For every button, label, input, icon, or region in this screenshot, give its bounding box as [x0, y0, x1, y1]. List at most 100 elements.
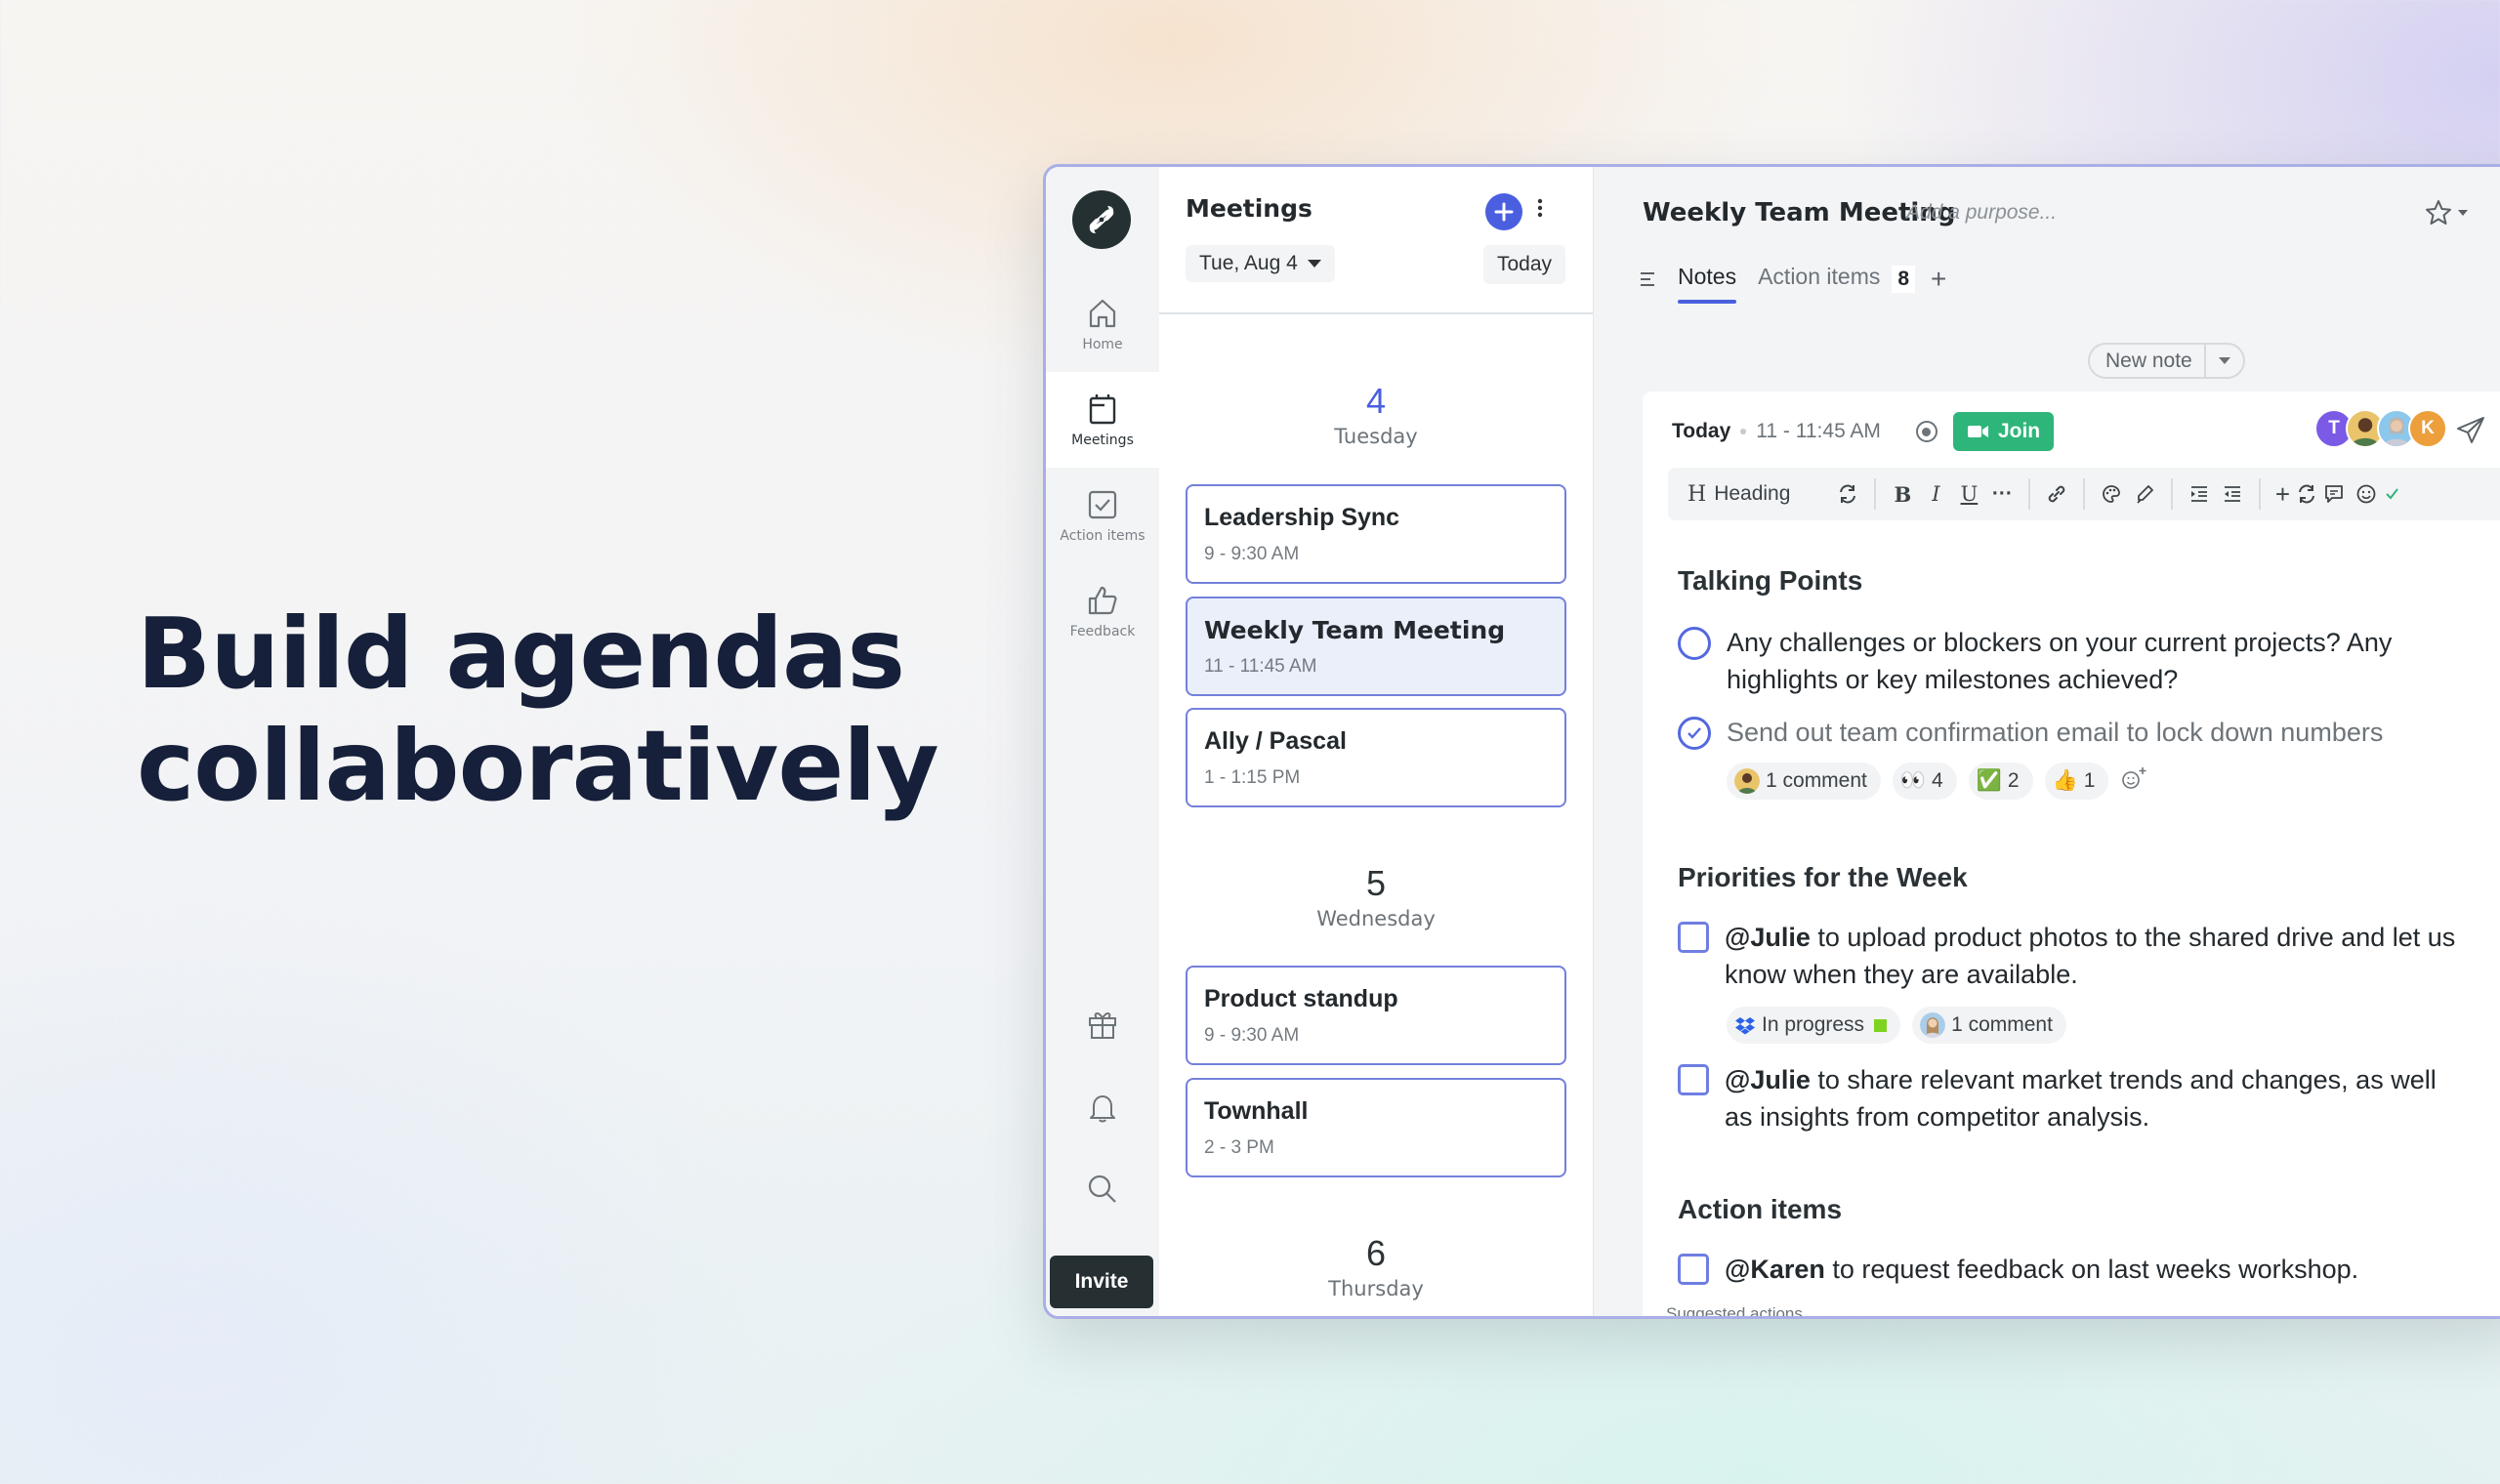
comment-button[interactable]: [2319, 474, 2349, 514]
join-label: Join: [1997, 420, 2041, 442]
tab-notes[interactable]: Notes: [1678, 264, 1737, 304]
search-icon: [1088, 1175, 1116, 1203]
indent-button[interactable]: [2183, 474, 2216, 514]
plus-icon: [1494, 202, 1514, 222]
gift-button[interactable]: [1083, 1005, 1122, 1044]
calendar-icon: [1089, 394, 1116, 425]
meeting-card[interactable]: Ally / Pascal 1 - 1:15 PM: [1186, 708, 1566, 807]
meetings-title: Meetings: [1186, 194, 1312, 223]
meeting-card[interactable]: Product standup 9 - 9:30 AM: [1186, 966, 1566, 1065]
meeting-card[interactable]: Townhall 2 - 3 PM: [1186, 1078, 1566, 1177]
notifications-button[interactable]: [1083, 1088, 1122, 1127]
mention[interactable]: @Julie: [1725, 923, 1811, 952]
attendee-avatars[interactable]: T K: [2314, 409, 2447, 448]
rail-item-home[interactable]: Home: [1046, 276, 1159, 372]
new-note-dropdown[interactable]: [2206, 357, 2243, 364]
text-color-button[interactable]: [2095, 474, 2128, 514]
sync-button[interactable]: [2294, 474, 2319, 514]
insert-button[interactable]: +: [2271, 474, 2294, 514]
add-tab-button[interactable]: +: [1931, 264, 1946, 295]
underline-button[interactable]: U: [1952, 474, 1985, 514]
today-button[interactable]: Today: [1483, 245, 1566, 284]
talking-point-checkbox-checked[interactable]: [1678, 717, 1711, 750]
divider: [1159, 312, 1593, 314]
action-item-text[interactable]: @Julie to share relevant market trends a…: [1725, 1061, 2459, 1135]
purpose-input[interactable]: Add a purpose...: [1906, 201, 2057, 225]
outline-toggle-icon[interactable]: [1641, 272, 1666, 286]
italic-button[interactable]: I: [1919, 474, 1952, 514]
bell-icon: [1090, 1095, 1115, 1123]
rail-item-action-items[interactable]: Action items: [1046, 468, 1159, 563]
reaction-chip[interactable]: 👀 4: [1892, 763, 1957, 800]
action-item-body: to request feedback on last weeks worksh…: [1824, 1255, 2359, 1284]
toolbar-divider: [2028, 478, 2031, 510]
toolbar-divider: [2083, 478, 2086, 510]
app-logo[interactable]: [1072, 190, 1131, 249]
talking-point-text[interactable]: Send out team confirmation email to lock…: [1727, 714, 2383, 751]
more-formatting-button[interactable]: ···: [1985, 474, 2019, 514]
separator-dot: [1740, 429, 1747, 434]
meeting-card-selected[interactable]: Weekly Team Meeting 11 - 11:45 AM: [1186, 597, 1566, 696]
rail-item-feedback[interactable]: Feedback: [1046, 563, 1159, 659]
talking-point-checkbox[interactable]: [1678, 627, 1711, 660]
date-picker-value: Tue, Aug 4: [1199, 252, 1298, 274]
note-time: 11 - 11:45 AM: [1756, 420, 1881, 442]
tab-action-items[interactable]: Action items: [1758, 264, 1880, 296]
day-header: 6 Thursday: [1159, 1234, 1593, 1301]
rail-item-label: Action items: [1060, 528, 1146, 544]
action-item-checkbox[interactable]: [1678, 922, 1709, 953]
link-button[interactable]: [2040, 474, 2073, 514]
join-button[interactable]: Join: [1952, 412, 2055, 451]
talking-point-text[interactable]: Any challenges or blockers on your curre…: [1727, 624, 2459, 698]
convert-button[interactable]: [1831, 474, 1864, 514]
action-item-checkbox[interactable]: [1678, 1064, 1709, 1095]
action-item-text[interactable]: @Julie to upload product photos to the s…: [1725, 919, 2459, 993]
day-name: Thursday: [1328, 1277, 1424, 1300]
item-chips: In progress 1 comment: [1727, 1007, 2066, 1044]
mention[interactable]: @Julie: [1725, 1065, 1811, 1094]
action-item: @Julie to upload product photos to the s…: [1678, 919, 2459, 993]
toolbar-divider: [2171, 478, 2174, 510]
mention[interactable]: @Karen: [1725, 1255, 1825, 1284]
rail-item-meetings[interactable]: Meetings: [1046, 372, 1159, 468]
app-window: Home Meetings Action items Feedback Invi…: [1043, 164, 2500, 1319]
search-button[interactable]: [1083, 1170, 1122, 1209]
comment-chip[interactable]: 1 comment: [1727, 763, 1881, 800]
action-items-count-badge: 8: [1892, 266, 1916, 293]
meeting-card[interactable]: Leadership Sync 9 - 9:30 AM: [1186, 484, 1566, 584]
talking-point-item: Any challenges or blockers on your curre…: [1678, 624, 2459, 698]
add-meeting-button[interactable]: [1485, 193, 1522, 230]
action-item-text[interactable]: @Karen to request feedback on last weeks…: [1725, 1251, 2358, 1288]
date-picker[interactable]: Tue, Aug 4: [1186, 245, 1335, 282]
new-note-button[interactable]: New note: [2090, 345, 2206, 377]
reaction-chip[interactable]: ✅ 2: [1968, 763, 2033, 800]
eyes-emoji-icon: 👀: [1899, 769, 1927, 792]
thumbs-up-icon: [1088, 586, 1117, 615]
sync-icon: [2299, 484, 2315, 504]
emoji-button[interactable]: [2349, 474, 2384, 514]
reaction-chip[interactable]: 👍 1: [2044, 763, 2109, 800]
item-chips: 1 comment 👀 4 ✅ 2 👍 1: [1727, 763, 2149, 800]
day-header: 5 Wednesday: [1159, 864, 1593, 931]
record-button[interactable]: [1915, 421, 1938, 442]
bold-button[interactable]: B: [1886, 474, 1919, 514]
status-chip[interactable]: In progress: [1727, 1007, 1901, 1044]
comment-chip[interactable]: 1 comment: [1912, 1007, 2066, 1044]
action-item-checkbox[interactable]: [1678, 1254, 1709, 1285]
highlight-button[interactable]: [2128, 474, 2161, 514]
add-reaction-button[interactable]: [2120, 765, 2149, 798]
action-item: @Julie to share relevant market trends a…: [1678, 1061, 2459, 1135]
tab-bar: Notes Action items 8 +: [1641, 260, 1946, 304]
done-button[interactable]: [2384, 474, 2399, 514]
invite-button[interactable]: Invite: [1050, 1256, 1153, 1308]
gift-icon: [1089, 1012, 1116, 1039]
outdent-button[interactable]: [2216, 474, 2249, 514]
meeting-time: 11 - 11:45 AM: [1204, 656, 1317, 677]
favorite-button[interactable]: [2424, 198, 2469, 227]
meeting-title: Product standup: [1204, 985, 1398, 1012]
send-button[interactable]: [2455, 415, 2486, 451]
more-options-button[interactable]: [1532, 196, 1548, 227]
talking-point-item: Send out team confirmation email to lock…: [1678, 714, 2459, 751]
refresh-icon: [1840, 484, 1856, 504]
heading-dropdown[interactable]: H Heading: [1688, 474, 1831, 514]
